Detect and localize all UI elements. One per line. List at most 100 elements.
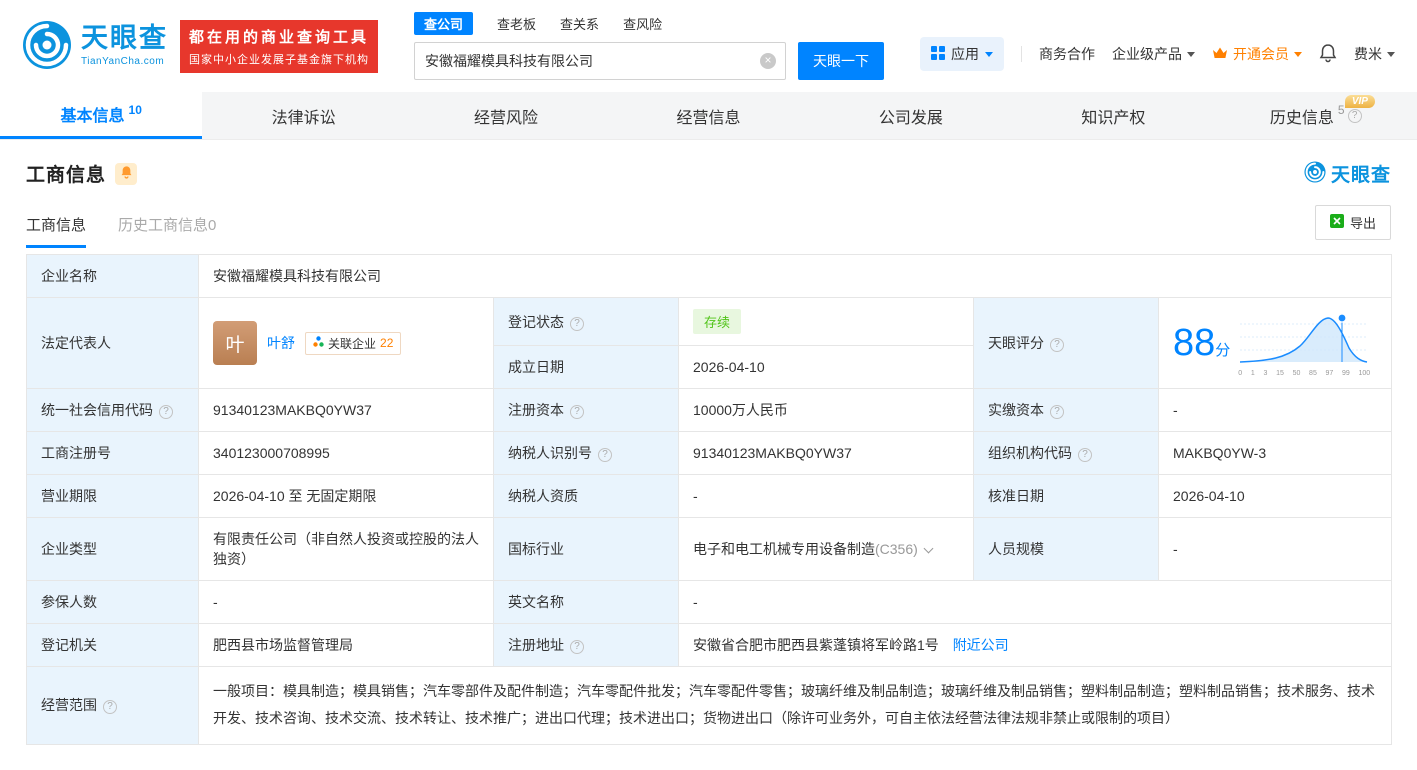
value-business-scope: 一般项目：模具制造；模具销售；汽车零部件及配件制造；汽车零配件批发；汽车零配件零… <box>197 666 1393 745</box>
tab-company-development[interactable]: 公司发展 <box>810 92 1012 139</box>
help-icon[interactable]: ? <box>570 640 584 654</box>
label-business-term: 营业期限 <box>26 474 199 518</box>
value-establish-date: 2026-04-10 <box>678 345 974 389</box>
monitor-bell-button[interactable] <box>115 162 138 185</box>
nav-enterprise-products[interactable]: 企业级产品 <box>1112 44 1195 64</box>
tab-basic-info[interactable]: 基本信息 10 <box>0 92 203 139</box>
value-company-type: 有限责任公司（非自然人投资或控股的法人独资） <box>198 517 494 581</box>
nav-vip-upgrade[interactable]: 开通会员 <box>1212 44 1302 64</box>
section-title: 工商信息 <box>26 165 107 186</box>
label-taxpayer-qualification: 纳税人资质 <box>493 474 679 518</box>
brand-domain: TianYanCha.com <box>81 56 165 67</box>
clear-icon[interactable]: × <box>760 53 777 69</box>
table-row: 企业名称 安徽福耀模具科技有限公司 <box>26 254 1393 298</box>
tab-intellectual-property[interactable]: 知识产权 <box>1012 92 1214 139</box>
label-insured-count: 参保人数 <box>26 580 199 624</box>
apps-menu[interactable]: 应用 <box>920 37 1004 71</box>
search-input[interactable] <box>415 53 786 69</box>
label-registration-status-text: 登记状态 <box>508 313 564 330</box>
help-icon[interactable]: ? <box>1050 338 1064 352</box>
table-row: 营业期限 2026-04-10 至 无固定期限 纳税人资质 - 核准日期 202… <box>26 474 1393 518</box>
label-credit-code: 统一社会信用代码? <box>26 388 199 432</box>
legal-rep-avatar[interactable]: 叶 <box>213 321 257 365</box>
tab-operating-risk[interactable]: 经营风险 <box>405 92 607 139</box>
search-tabs: 查公司 查老板 查关系 查风险 <box>414 12 884 35</box>
search-tab-relation[interactable]: 查关系 <box>560 14 599 33</box>
value-tianyan-score: 88分 0 1 3 15 50 85 97 99 100 <box>1157 297 1393 389</box>
table-row: 登记机关 肥西县市场监督管理局 注册地址? 安徽省合肥市肥西县紫蓬镇将军岭路1号… <box>26 623 1393 667</box>
username: 费米 <box>1354 46 1382 62</box>
table-row: 法定代表人 叶 叶舒 关联企业 22 登记状态 ? 存续 天眼评分 ? 88分 … <box>26 297 1393 389</box>
value-credit-code: 91340123MAKBQ0YW37 <box>198 388 494 432</box>
label-org-code-text: 组织机构代码 <box>988 445 1072 461</box>
nav-business-cooperation[interactable]: 商务合作 <box>1039 44 1095 64</box>
table-row: 经营范围? 一般项目：模具制造；模具销售；汽车零部件及配件制造；汽车零配件批发；… <box>26 666 1393 745</box>
score-axis-ticks: 0 1 3 15 50 85 97 99 100 <box>1238 369 1371 377</box>
notification-bell[interactable] <box>1319 43 1337 66</box>
score-unit: 分 <box>1215 341 1231 359</box>
chevron-down-icon[interactable] <box>923 543 934 554</box>
chevron-down-icon <box>985 51 993 57</box>
label-business-scope: 经营范围? <box>26 666 199 745</box>
label-org-code: 组织机构代码? <box>973 431 1159 475</box>
help-icon[interactable]: ? <box>1078 448 1092 462</box>
label-staff-size: 人员规模 <box>973 517 1159 581</box>
search-tab-boss[interactable]: 查老板 <box>497 14 536 33</box>
value-registered-capital: 10000万人民币 <box>678 388 974 432</box>
nav-vip-label: 开通会员 <box>1233 46 1289 62</box>
export-button[interactable]: 导出 <box>1314 205 1391 240</box>
nav-enterprise-products-label: 企业级产品 <box>1112 46 1182 62</box>
value-staff-size: - <box>1157 517 1393 581</box>
brand-watermark: 天眼查 <box>1304 160 1391 187</box>
help-icon[interactable]: ? <box>598 448 612 462</box>
business-info-table: 企业名称 安徽福耀模具科技有限公司 法定代表人 叶 叶舒 关联企业 22 登记状… <box>26 254 1393 745</box>
value-taxpayer-qualification: - <box>678 474 974 518</box>
value-registration-authority: 肥西县市场监督管理局 <box>198 623 494 667</box>
help-icon[interactable]: ? <box>1050 405 1064 419</box>
company-section-tabs: 基本信息 10 法律诉讼 经营风险 经营信息 公司发展 知识产权 VIP 历史信… <box>0 92 1417 140</box>
nearby-companies-link[interactable]: 附近公司 <box>953 637 1009 653</box>
subtab-business-info[interactable]: 工商信息 <box>26 214 87 248</box>
label-tianyan-score: 天眼评分? <box>973 297 1159 389</box>
app-logo[interactable]: 天眼查 TianYanCha.com <box>22 20 168 73</box>
label-tianyan-score-text: 天眼评分 <box>988 335 1044 351</box>
help-icon[interactable]: ? <box>1347 108 1362 123</box>
tab-company-development-label: 公司发展 <box>878 109 943 127</box>
label-industry: 国标行业 <box>493 517 679 581</box>
related-companies-badge[interactable]: 关联企业 22 <box>305 331 402 355</box>
score-chart: 0 1 3 15 50 85 97 99 100 <box>1238 310 1370 377</box>
header-nav: 应用 商务合作 企业级产品 开通会员 费米 <box>920 37 1395 71</box>
search-input-wrap: × <box>414 42 787 80</box>
search-area: 查公司 查老板 查关系 查风险 × 天眼一下 <box>414 12 885 80</box>
search-tab-company[interactable]: 查公司 <box>414 12 474 35</box>
label-english-name: 英文名称 <box>493 580 679 624</box>
label-registration-authority: 登记机关 <box>26 623 199 667</box>
value-registration-number: 340123000708995 <box>198 431 494 475</box>
search-tab-risk[interactable]: 查风险 <box>623 14 662 33</box>
help-icon[interactable]: ? <box>159 405 173 419</box>
user-menu[interactable]: 费米 <box>1354 44 1395 64</box>
crown-icon <box>1212 46 1228 62</box>
tab-history-info[interactable]: VIP 历史信息 5 ? <box>1215 92 1417 139</box>
help-icon[interactable]: ? <box>103 700 117 715</box>
subtab-history-business-info[interactable]: 历史工商信息0 <box>118 214 216 248</box>
tab-business-operations-label: 经营信息 <box>676 109 741 127</box>
label-taxpayer-id-text: 纳税人识别号 <box>508 445 592 461</box>
search-button[interactable]: 天眼一下 <box>798 42 885 80</box>
status-badge: 存续 <box>693 309 742 334</box>
related-companies-label: 关联企业 <box>328 336 377 351</box>
value-english-name: - <box>677 580 1393 624</box>
tab-legal-proceedings[interactable]: 法律诉讼 <box>202 92 404 139</box>
section-bell-icon <box>120 165 133 182</box>
value-approval-date: 2026-04-10 <box>1157 474 1393 518</box>
brand-name: 天眼查 <box>81 23 168 53</box>
tab-business-operations[interactable]: 经营信息 <box>607 92 809 139</box>
legal-rep-link[interactable]: 叶舒 <box>267 333 295 353</box>
help-icon[interactable]: ? <box>570 316 584 331</box>
label-registered-capital-text: 注册资本 <box>508 402 564 418</box>
value-business-term: 2026-04-10 至 无固定期限 <box>198 474 494 518</box>
industry-code: (C356) <box>875 541 918 557</box>
tianyancha-logo-icon <box>22 20 72 73</box>
label-business-scope-text: 经营范围 <box>41 697 97 714</box>
help-icon[interactable]: ? <box>570 405 584 419</box>
